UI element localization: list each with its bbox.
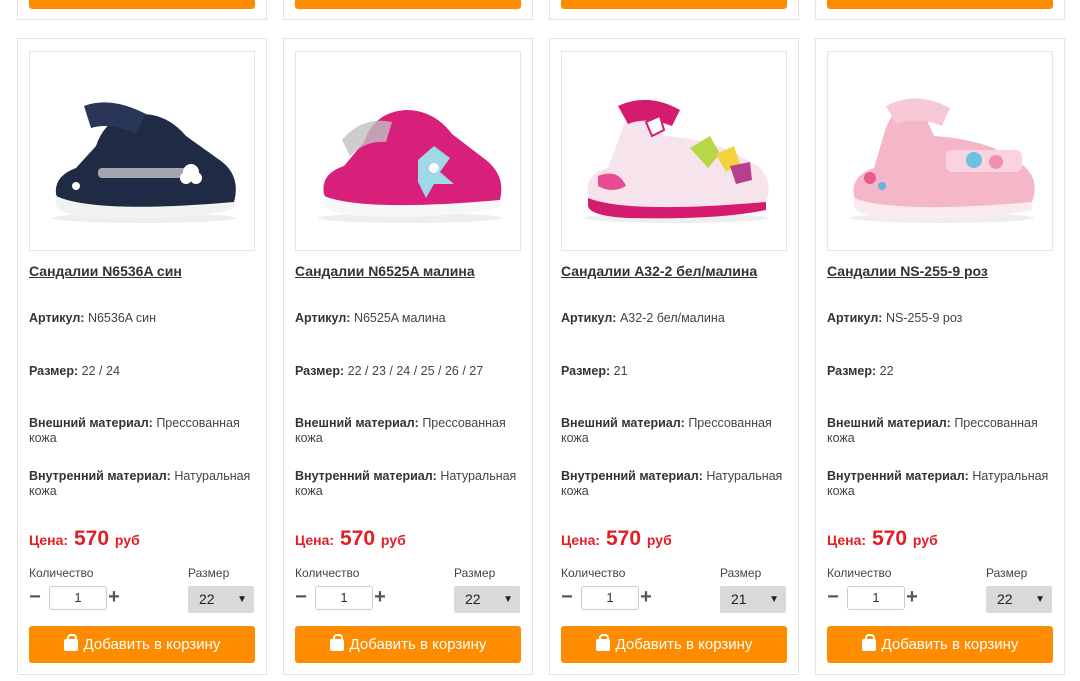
product-outer-material: Внешний материал: Прессованная кожа [561, 416, 772, 445]
plus-icon[interactable]: + [638, 587, 654, 607]
chevron-down-icon: ▼ [769, 594, 779, 605]
product-sizes: Размер: 22 / 23 / 24 / 25 / 26 / 27 [295, 364, 484, 378]
plus-icon[interactable]: + [372, 587, 388, 607]
previous-row-card [17, 0, 267, 20]
quantity-input[interactable]: 1 [847, 586, 905, 610]
add-to-cart-button[interactable] [827, 0, 1053, 9]
plus-icon[interactable]: + [904, 587, 920, 607]
product-image[interactable] [827, 51, 1053, 251]
add-to-cart-button[interactable]: Добавить в корзину [827, 626, 1053, 663]
product-card: Сандалии A32-2 бел/малина Артикул: A32-2… [549, 38, 799, 675]
product-inner-material: Внутренний материал: Натуральная кожа [561, 469, 783, 498]
product-inner-material: Внутренний материал: Натуральная кожа [295, 469, 517, 498]
size-select[interactable]: 22 ▼ [188, 586, 254, 613]
chevron-down-icon: ▼ [1035, 594, 1045, 605]
product-sizes: Размер: 22 / 24 [29, 364, 120, 378]
quantity-input[interactable]: 1 [49, 586, 107, 610]
size-label: Размер [986, 566, 1028, 580]
product-article: Артикул: A32-2 бел/малина [561, 311, 725, 325]
quantity-label: Количество [827, 566, 892, 580]
size-select[interactable]: 22 ▼ [986, 586, 1052, 613]
product-name[interactable]: Сандалии A32-2 бел/малина [561, 263, 757, 279]
navy-blue-sandal-image [52, 102, 236, 223]
product-price: Цена: 570 руб [561, 527, 672, 550]
product-image[interactable] [295, 51, 521, 251]
minus-icon[interactable]: − [27, 587, 43, 607]
product-card: Сандалии N6525A малина Артикул: N6525A м… [283, 38, 533, 675]
add-to-cart-button[interactable] [561, 0, 787, 9]
add-to-cart-button[interactable]: Добавить в корзину [295, 626, 521, 663]
previous-row-card [815, 0, 1065, 20]
add-to-cart-button[interactable] [29, 0, 255, 9]
product-image[interactable] [561, 51, 787, 251]
shopping-bag-icon [595, 633, 610, 651]
raspberry-sandal-image [318, 110, 502, 223]
shopping-bag-icon [861, 633, 876, 651]
shopping-bag-icon [63, 633, 78, 651]
plus-icon[interactable]: + [106, 587, 122, 607]
quantity-label: Количество [295, 566, 360, 580]
product-price: Цена: 570 руб [295, 527, 406, 550]
chevron-down-icon: ▼ [237, 594, 247, 605]
product-outer-material: Внешний материал: Прессованная кожа [29, 416, 240, 445]
minus-icon[interactable]: − [559, 587, 575, 607]
product-name[interactable]: Сандалии N6525A малина [295, 263, 475, 279]
shopping-bag-icon [329, 633, 344, 651]
size-select[interactable]: 22 ▼ [454, 586, 520, 613]
quantity-input[interactable]: 1 [315, 586, 373, 610]
chevron-down-icon: ▼ [503, 594, 513, 605]
product-sizes: Размер: 21 [561, 364, 628, 378]
product-article: Артикул: N6525A малина [295, 311, 446, 325]
product-inner-material: Внутренний материал: Натуральная кожа [827, 469, 1049, 498]
quantity-label: Количество [29, 566, 94, 580]
product-name[interactable]: Сандалии NS-255-9 роз [827, 263, 988, 279]
size-select[interactable]: 21 ▼ [720, 586, 786, 613]
minus-icon[interactable]: − [825, 587, 841, 607]
add-to-cart-button[interactable]: Добавить в корзину [561, 626, 787, 663]
quantity-label: Количество [561, 566, 626, 580]
product-price: Цена: 570 руб [827, 527, 938, 550]
quantity-input[interactable]: 1 [581, 586, 639, 610]
product-outer-material: Внешний материал: Прессованная кожа [295, 416, 506, 445]
size-label: Размер [454, 566, 496, 580]
product-card: Сандалии N6536A син Артикул: N6536A син … [17, 38, 267, 675]
white-raspberry-sandal-image [584, 99, 769, 223]
add-to-cart-button[interactable] [295, 0, 521, 9]
pink-sandal-image [850, 98, 1035, 223]
size-label: Размер [188, 566, 230, 580]
product-sizes: Размер: 22 [827, 364, 894, 378]
previous-row-card [283, 0, 533, 20]
product-card: Сандалии NS-255-9 роз Артикул: NS-255-9 … [815, 38, 1065, 675]
product-price: Цена: 570 руб [29, 527, 140, 550]
add-to-cart-button[interactable]: Добавить в корзину [29, 626, 255, 663]
product-article: Артикул: NS-255-9 роз [827, 311, 963, 325]
product-inner-material: Внутренний материал: Натуральная кожа [29, 469, 251, 498]
product-outer-material: Внешний материал: Прессованная кожа [827, 416, 1038, 445]
minus-icon[interactable]: − [293, 587, 309, 607]
size-label: Размер [720, 566, 762, 580]
previous-row-card [549, 0, 799, 20]
product-article: Артикул: N6536A син [29, 311, 157, 325]
product-image[interactable] [29, 51, 255, 251]
product-name[interactable]: Сандалии N6536A син [29, 263, 182, 279]
